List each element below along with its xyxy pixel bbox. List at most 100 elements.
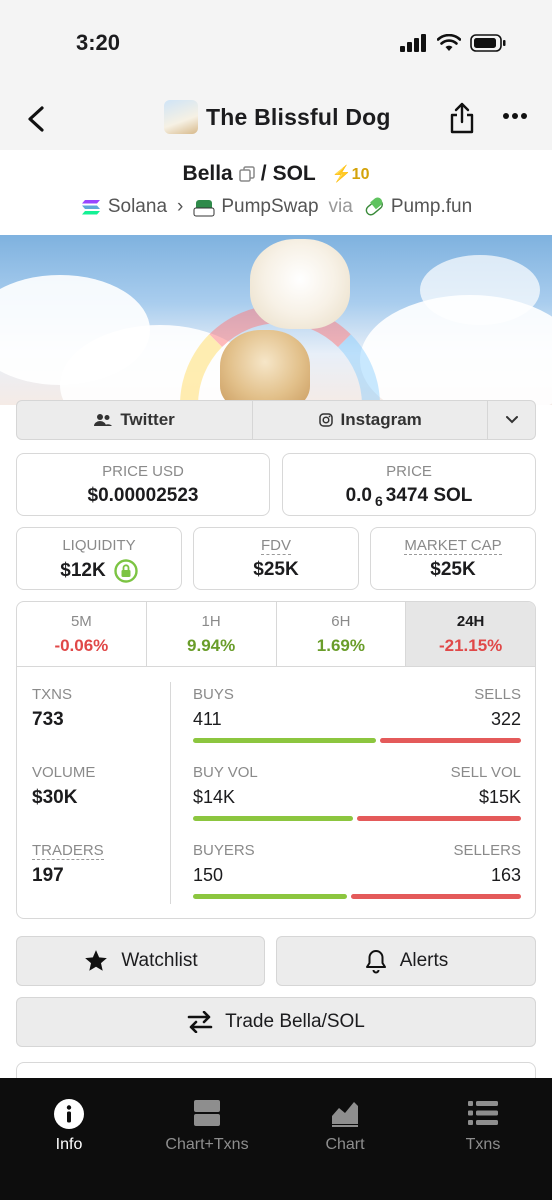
bottom-tab-bar: Info Chart+Txns Chart Txns — [0, 1078, 552, 1200]
tab-1h-change: 9.94% — [187, 636, 236, 655]
tab-1h[interactable]: 1H 9.94% — [147, 602, 277, 666]
trade-label: Trade Bella/SOL — [225, 1011, 365, 1032]
status-time: 3:20 — [76, 30, 121, 55]
solana-icon — [81, 200, 100, 215]
tab-chart[interactable]: Chart — [276, 1078, 414, 1200]
fdv-value: $25K — [253, 559, 299, 580]
traders-label: TRADERS — [32, 842, 104, 860]
more-dots-icon[interactable] — [502, 106, 528, 126]
market-cap-value: $25K — [430, 559, 476, 580]
copy-icon[interactable] — [238, 166, 255, 182]
social-links: Twitter Instagram — [16, 400, 536, 440]
txns-split: BUYS SELLS 411 322 — [193, 686, 521, 743]
buyers-value: 150 — [193, 865, 224, 885]
volume-metric: VOLUME $30K — [32, 764, 95, 809]
tab-chart-txns-label: Chart+Txns — [165, 1136, 249, 1153]
socials-dropdown[interactable] — [488, 401, 535, 439]
tab-5m-change: -0.06% — [54, 636, 109, 655]
tab-6h-change: 1.69% — [316, 636, 365, 655]
stats-divider — [170, 682, 171, 904]
tab-5m-label: 5M — [70, 613, 92, 630]
tab-6h[interactable]: 6H 1.69% — [277, 602, 407, 666]
tab-1h-label: 1H — [201, 613, 221, 630]
via-label: via — [328, 196, 353, 217]
traders-value: 197 — [32, 865, 64, 886]
chevron-right-icon: › — [177, 196, 184, 217]
trade-button[interactable]: Trade Bella/SOL — [16, 997, 536, 1047]
price-native-zeros: 6 — [375, 492, 383, 509]
token-avatar — [164, 100, 198, 134]
tab-6h-label: 6H — [331, 613, 351, 630]
tab-txns[interactable]: Txns — [414, 1078, 552, 1200]
instagram-icon — [318, 413, 333, 427]
users-icon — [94, 414, 113, 426]
battery-icon — [470, 34, 506, 52]
fdv-card[interactable]: FDV $25K — [193, 527, 359, 590]
share-icon[interactable] — [448, 102, 476, 134]
tab-24h[interactable]: 24H -21.15% — [406, 602, 535, 666]
banner-cloud — [420, 255, 540, 325]
txns-metric: TXNS 733 — [32, 686, 72, 731]
pair-base: Bella — [182, 162, 233, 185]
sells-value: 322 — [490, 709, 521, 729]
signal-icon — [400, 34, 426, 52]
txns-value: 733 — [32, 709, 64, 730]
tab-24h-label: 24H — [456, 613, 485, 630]
instagram-link[interactable]: Instagram — [253, 401, 489, 439]
pair-separator: / — [260, 162, 267, 185]
timeframe-tabs: 5M -0.06% 1H 9.94% 6H 1.69% 24H -21.15% — [17, 602, 535, 667]
price-native-prefix: 0.0 — [345, 485, 372, 506]
nav-title-group: The Blissful Dog — [164, 100, 391, 134]
chain-line: Solana › PumpSwap via Pump.fun — [0, 196, 552, 218]
pair-header: Bella / SOL ⚡10 Solana › PumpSwap via Pu… — [0, 150, 552, 235]
area-chart-icon — [332, 1102, 358, 1127]
buyers-label: BUYERS — [193, 842, 255, 859]
lock-icon[interactable] — [114, 559, 138, 583]
buy-vol-value: $14K — [193, 787, 236, 807]
sellers-label: SELLERS — [453, 842, 521, 859]
sell-vol-value: $15K — [478, 787, 521, 807]
liquidity-card: LIQUIDITY $12K — [16, 527, 182, 590]
split-view-icon — [194, 1100, 220, 1126]
tab-chart-label: Chart — [325, 1136, 365, 1153]
alerts-button[interactable]: Alerts — [276, 936, 536, 986]
stats-panel: 5M -0.06% 1H 9.94% 6H 1.69% 24H -21.15% … — [16, 601, 536, 919]
twitter-link[interactable]: Twitter — [17, 401, 254, 439]
sell-vol-bar — [357, 816, 521, 821]
bell-icon — [365, 950, 386, 974]
tab-24h-change: -21.15% — [438, 636, 503, 655]
price-native-label: PRICE — [386, 463, 432, 480]
chevron-down-icon — [505, 416, 518, 424]
info-icon — [54, 1099, 84, 1129]
sells-bar — [380, 738, 521, 743]
pumpswap-icon — [193, 200, 215, 217]
volume-label: VOLUME — [32, 764, 96, 781]
liquidity-value: $12K — [60, 560, 106, 581]
tab-info-label: Info — [55, 1136, 83, 1153]
sells-label: SELLS — [474, 686, 521, 703]
alerts-label: Alerts — [399, 950, 449, 971]
buyers-bar — [193, 894, 347, 899]
swap-arrows-icon — [187, 1011, 213, 1033]
price-usd-label: PRICE USD — [102, 463, 184, 480]
tab-chart-txns[interactable]: Chart+Txns — [138, 1078, 276, 1200]
traders-split: BUYERS SELLERS 150 163 — [193, 842, 521, 899]
chain-name[interactable]: Solana — [108, 196, 167, 218]
tab-5m[interactable]: 5M -0.06% — [17, 602, 147, 666]
back-chevron-icon[interactable] — [22, 104, 52, 134]
price-usd-card: PRICE USD $0.00002523 — [16, 453, 270, 516]
boost-badge[interactable]: ⚡10 — [332, 164, 370, 184]
pill-icon — [365, 197, 383, 216]
dex-name[interactable]: PumpSwap — [221, 196, 318, 218]
market-cap-label: MARKET CAP — [404, 537, 502, 555]
tab-info[interactable]: Info — [0, 1078, 138, 1200]
volume-split: BUY VOL SELL VOL $14K $15K — [193, 764, 521, 821]
market-cap-card[interactable]: MARKET CAP $25K — [370, 527, 536, 590]
twitter-label: Twitter — [120, 410, 175, 429]
instagram-label: Instagram — [340, 410, 422, 429]
buys-value: 411 — [193, 709, 222, 729]
list-icon — [468, 1101, 498, 1125]
buys-bar — [193, 738, 376, 743]
launchpad-name[interactable]: Pump.fun — [391, 196, 472, 218]
watchlist-button[interactable]: Watchlist — [16, 936, 265, 986]
